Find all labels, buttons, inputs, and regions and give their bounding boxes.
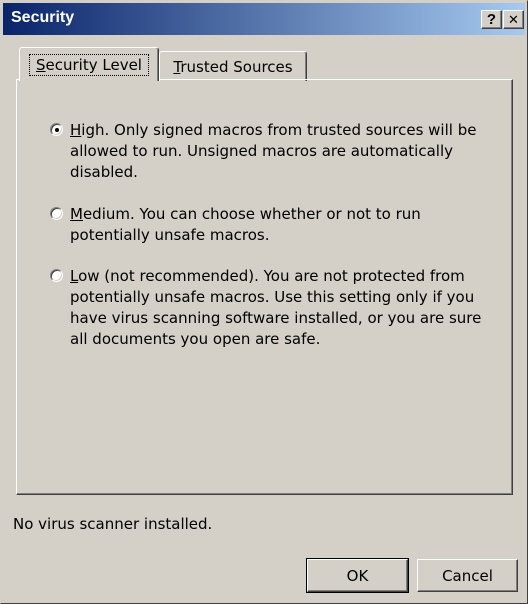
help-button[interactable]: ? bbox=[481, 10, 502, 29]
security-dialog: Security ? ✕ Security Level Trusted Sour… bbox=[0, 0, 528, 604]
tab-label-trusted-sources: Trusted Sources bbox=[173, 57, 293, 76]
tab-trusted-sources[interactable]: Trusted Sources bbox=[159, 51, 307, 81]
radio-option-medium[interactable]: Medium. You can choose whether or not to… bbox=[50, 204, 490, 246]
close-icon: ✕ bbox=[508, 12, 519, 27]
virus-scanner-status: No virus scanner installed. bbox=[13, 515, 213, 533]
radio-selected-dot bbox=[55, 128, 59, 132]
help-icon: ? bbox=[486, 11, 497, 28]
radio-label-medium: Medium. You can choose whether or not to… bbox=[70, 205, 421, 244]
radio-button-low[interactable] bbox=[50, 269, 63, 282]
tab-security-level[interactable]: Security Level bbox=[19, 47, 159, 81]
security-level-panel: High. Only signed macros from trusted so… bbox=[16, 79, 513, 495]
radio-button-high[interactable] bbox=[50, 123, 63, 136]
title-bar[interactable]: Security ? ✕ bbox=[3, 3, 525, 35]
radio-label-low: Low (not recommended). You are not prote… bbox=[70, 267, 482, 348]
ok-button[interactable]: OK bbox=[306, 558, 409, 593]
radio-button-medium[interactable] bbox=[50, 207, 63, 220]
window-title: Security bbox=[11, 9, 75, 26]
radio-option-high[interactable]: High. Only signed macros from trusted so… bbox=[50, 120, 490, 183]
tab-label-security-level: Security Level bbox=[29, 53, 149, 76]
radio-option-low[interactable]: Low (not recommended). You are not prote… bbox=[50, 266, 490, 350]
close-button[interactable]: ✕ bbox=[503, 10, 524, 29]
radio-label-high: High. Only signed macros from trusted so… bbox=[70, 121, 477, 181]
cancel-button[interactable]: Cancel bbox=[417, 559, 518, 592]
